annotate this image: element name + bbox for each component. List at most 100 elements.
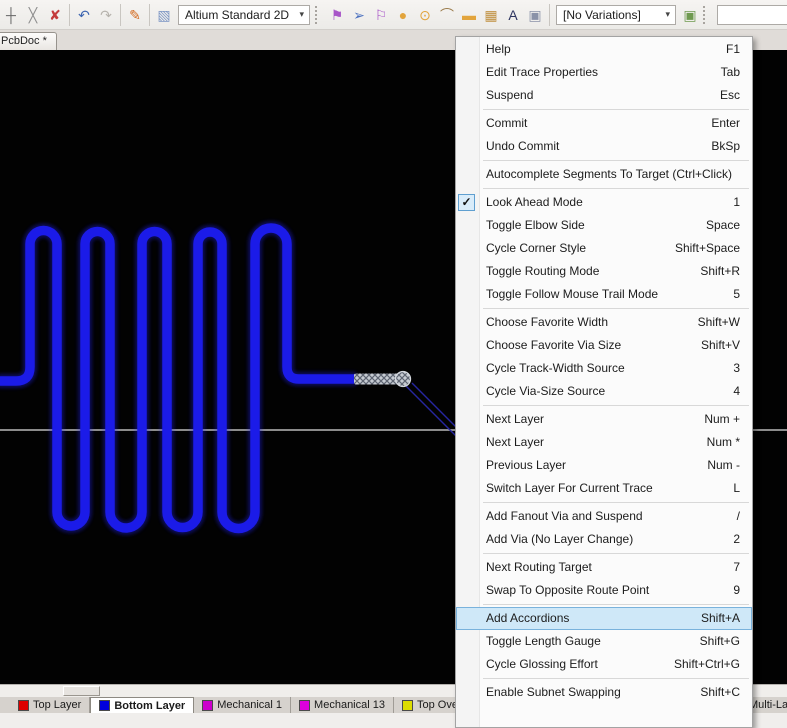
menu-item-cycle-glossing-effort[interactable]: Cycle Glossing EffortShift+Ctrl+G: [456, 653, 752, 676]
menu-item-toggle-elbow-side[interactable]: Toggle Elbow SideSpace: [456, 214, 752, 237]
menu-item-shortcut: 7: [723, 556, 740, 579]
menu-item-edit-trace-properties[interactable]: Edit Trace PropertiesTab: [456, 61, 752, 84]
pad-icon[interactable]: ●: [393, 5, 413, 25]
menu-item-add-fanout-via-and-suspend[interactable]: Add Fanout Via and Suspend/: [456, 505, 752, 528]
menu-item-shortcut: BkSp: [701, 135, 740, 158]
menu-separator: [483, 188, 749, 189]
string-icon[interactable]: A: [503, 5, 523, 25]
menu-item-label: Cycle Corner Style: [486, 237, 665, 260]
menu-item-label: Add Accordions: [486, 607, 691, 630]
menu-item-undo-commit[interactable]: Undo CommitBkSp: [456, 135, 752, 158]
menu-item-commit[interactable]: CommitEnter: [456, 112, 752, 135]
interactive-routing-icon[interactable]: ⚑: [327, 5, 347, 25]
menu-item-label: Toggle Length Gauge: [486, 630, 690, 653]
dropdown-arrow-icon[interactable]: ▾: [296, 9, 307, 20]
menu-item-toggle-follow-mouse-trail-mode[interactable]: Toggle Follow Mouse Trail Mode5: [456, 283, 752, 306]
menu-item-cycle-track-width-source[interactable]: Cycle Track-Width Source3: [456, 357, 752, 380]
break-track-icon[interactable]: ╳: [23, 5, 43, 25]
redo-icon[interactable]: ↷: [96, 5, 116, 25]
menu-item-shortcut: Shift+R: [690, 260, 740, 283]
menu-item-swap-to-opposite-route-point[interactable]: Swap To Opposite Route Point9: [456, 579, 752, 602]
menu-item-label: Next Layer: [486, 408, 694, 431]
delete-segment-icon[interactable]: ✘: [45, 5, 65, 25]
layer-tab-mechanical-13[interactable]: Mechanical 13: [291, 697, 394, 713]
menu-item-cycle-via-size-source[interactable]: Cycle Via-Size Source4: [456, 380, 752, 403]
menu-item-toggle-routing-mode[interactable]: Toggle Routing ModeShift+R: [456, 260, 752, 283]
menu-item-label: Previous Layer: [486, 454, 697, 477]
menu-item-shortcut: Shift+Ctrl+G: [664, 653, 740, 676]
layer-tab-label: Top Layer: [33, 699, 81, 711]
menu-item-next-layer[interactable]: Next LayerNum +: [456, 408, 752, 431]
pencil-icon[interactable]: ✎: [125, 5, 145, 25]
fill-icon[interactable]: ▬: [459, 5, 479, 25]
menu-item-label: Choose Favorite Via Size: [486, 334, 691, 357]
menu-separator: [483, 553, 749, 554]
toolbar-separator: [549, 4, 550, 26]
menu-item-label: Commit: [486, 112, 701, 135]
dropdown-arrow-icon[interactable]: ▾: [662, 9, 673, 20]
board-insight-icon[interactable]: ▧: [154, 5, 174, 25]
toolbar-separator: [69, 4, 70, 26]
toolbar-grip: [703, 6, 710, 24]
view-configuration-select[interactable]: Altium Standard 2D▾: [178, 5, 310, 25]
menu-item-label: Suspend: [486, 84, 710, 107]
menu-item-look-ahead-mode[interactable]: ✓Look Ahead Mode1: [456, 191, 752, 214]
menu-item-next-routing-target[interactable]: Next Routing Target7: [456, 556, 752, 579]
via-icon[interactable]: ⊙: [415, 5, 435, 25]
variant-select-value: [No Variations]: [563, 8, 662, 22]
accordion-trace[interactable]: [0, 228, 356, 529]
menu-item-autocomplete-segments-to-target-ctrl-click[interactable]: Autocomplete Segments To Target (Ctrl+Cl…: [456, 163, 752, 186]
menu-item-shortcut: 5: [723, 283, 740, 306]
menu-item-label: Toggle Elbow Side: [486, 214, 696, 237]
layer-color-swatch: [99, 700, 110, 711]
multi-route-icon[interactable]: ➢: [349, 5, 369, 25]
menu-item-choose-favorite-via-size[interactable]: Choose Favorite Via SizeShift+V: [456, 334, 752, 357]
undo-icon[interactable]: ↶: [74, 5, 94, 25]
menu-item-suspend[interactable]: SuspendEsc: [456, 84, 752, 107]
menu-item-choose-favorite-width[interactable]: Choose Favorite WidthShift+W: [456, 311, 752, 334]
crosshair-icon[interactable]: ┼: [1, 5, 21, 25]
altium-pcb-editor-window: { "app": { "name_hint": "Altium PCB edit…: [0, 0, 787, 713]
menu-item-label: Look Ahead Mode: [486, 191, 723, 214]
menu-item-shortcut: 3: [723, 357, 740, 380]
layer-color-swatch: [299, 700, 310, 711]
menu-item-cycle-corner-style[interactable]: Cycle Corner StyleShift+Space: [456, 237, 752, 260]
layer-tab-label: Multi-Layer: [749, 699, 787, 711]
layer-color-swatch: [402, 700, 413, 711]
menu-item-label: Cycle Glossing Effort: [486, 653, 664, 676]
menu-separator: [483, 502, 749, 503]
layer-tab-label: Bottom Layer: [114, 700, 185, 712]
main-toolbar: ┼╳✘↶↷✎▧Altium Standard 2D▾⚑➢⚐●⊙⌒▬▦A▣[No …: [0, 0, 787, 30]
menu-separator: [483, 308, 749, 309]
menu-item-add-via-no-layer-change[interactable]: Add Via (No Layer Change)2: [456, 528, 752, 551]
extra-select[interactable]: ▾: [717, 5, 787, 25]
menu-item-label: Cycle Via-Size Source: [486, 380, 723, 403]
menu-item-enable-subnet-swapping[interactable]: Enable Subnet SwappingShift+C: [456, 681, 752, 704]
variant-select[interactable]: [No Variations]▾: [556, 5, 676, 25]
menu-item-toggle-length-gauge[interactable]: Toggle Length GaugeShift+G: [456, 630, 752, 653]
variant-manager-icon[interactable]: ▣: [680, 5, 700, 25]
pad-array-icon[interactable]: ▦: [481, 5, 501, 25]
menu-item-switch-layer-for-current-trace[interactable]: Switch Layer For Current TraceL: [456, 477, 752, 500]
menu-item-shortcut: Esc: [710, 84, 740, 107]
layer-tab-mechanical-1[interactable]: Mechanical 1: [194, 697, 291, 713]
diff-pair-routing-icon[interactable]: ⚐: [371, 5, 391, 25]
menu-item-shortcut: Num *: [697, 431, 740, 454]
menu-item-help[interactable]: HelpF1: [456, 38, 752, 61]
component-icon[interactable]: ▣: [525, 5, 545, 25]
menu-separator: [483, 678, 749, 679]
horizontal-scrollbar-thumb[interactable]: [63, 686, 100, 696]
menu-item-add-accordions[interactable]: Add AccordionsShift+A: [456, 607, 752, 630]
menu-item-previous-layer[interactable]: Previous LayerNum -: [456, 454, 752, 477]
routing-cursor-pad[interactable]: [396, 372, 411, 387]
layer-tab-bottom-layer[interactable]: Bottom Layer: [90, 697, 194, 713]
menu-item-shortcut: Shift+Space: [665, 237, 740, 260]
arc-icon[interactable]: ⌒: [437, 5, 457, 25]
menu-item-label: Autocomplete Segments To Target (Ctrl+Cl…: [486, 163, 732, 186]
layer-tab-top-layer[interactable]: Top Layer: [10, 697, 90, 713]
menu-item-shortcut: Shift+G: [690, 630, 740, 653]
menu-item-next-layer[interactable]: Next LayerNum *: [456, 431, 752, 454]
uncommitted-segment[interactable]: [354, 374, 401, 385]
document-tab[interactable]: PcbDoc *: [0, 32, 57, 50]
menu-item-shortcut: 2: [723, 528, 740, 551]
